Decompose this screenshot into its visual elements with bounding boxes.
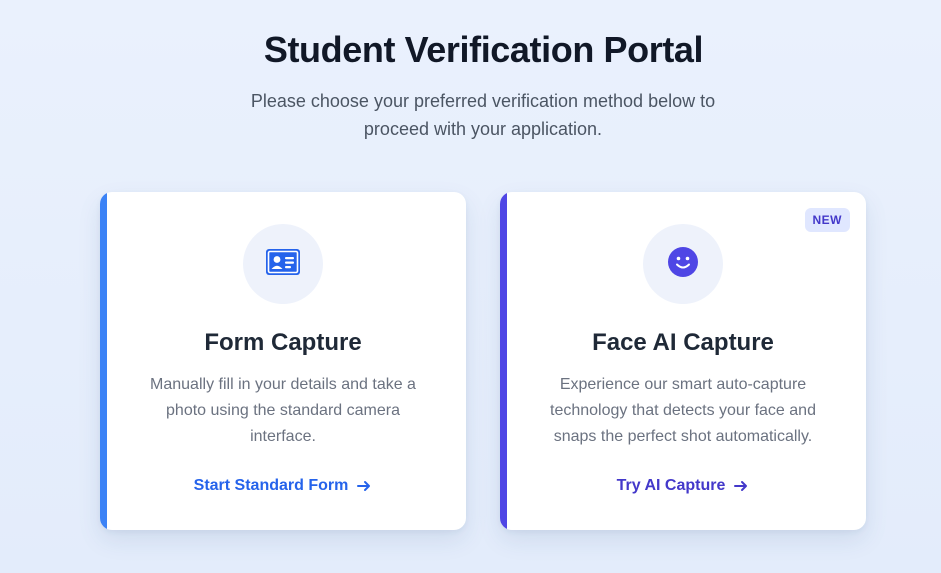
form-capture-card[interactable]: Form Capture Manually fill in your detai… <box>100 192 466 530</box>
id-card-icon <box>266 248 300 280</box>
link-label: Start Standard Form <box>193 477 349 494</box>
link-label: Try AI Capture <box>616 477 726 494</box>
smiley-face-icon <box>668 246 698 282</box>
icon-circle <box>243 224 323 304</box>
arrow-right-icon <box>356 478 372 494</box>
arrow-right-icon <box>733 478 749 494</box>
card-description: Manually fill in your details and take a… <box>150 376 416 445</box>
page-subtitle: Please choose your preferred verificatio… <box>250 91 716 139</box>
card-title: Face AI Capture <box>592 329 774 356</box>
face-ai-capture-card[interactable]: NEW Face AI Capture Experience our smart… <box>500 192 866 530</box>
card-description: Experience our smart auto-capture techno… <box>550 376 816 445</box>
card-title: Form Capture <box>204 329 362 356</box>
new-badge: NEW <box>804 208 850 232</box>
try-ai-capture-link[interactable]: Try AI Capture <box>500 475 866 497</box>
start-standard-form-link[interactable]: Start Standard Form <box>100 475 466 497</box>
page-title: Student Verification Portal <box>263 29 704 70</box>
icon-circle <box>643 224 723 304</box>
